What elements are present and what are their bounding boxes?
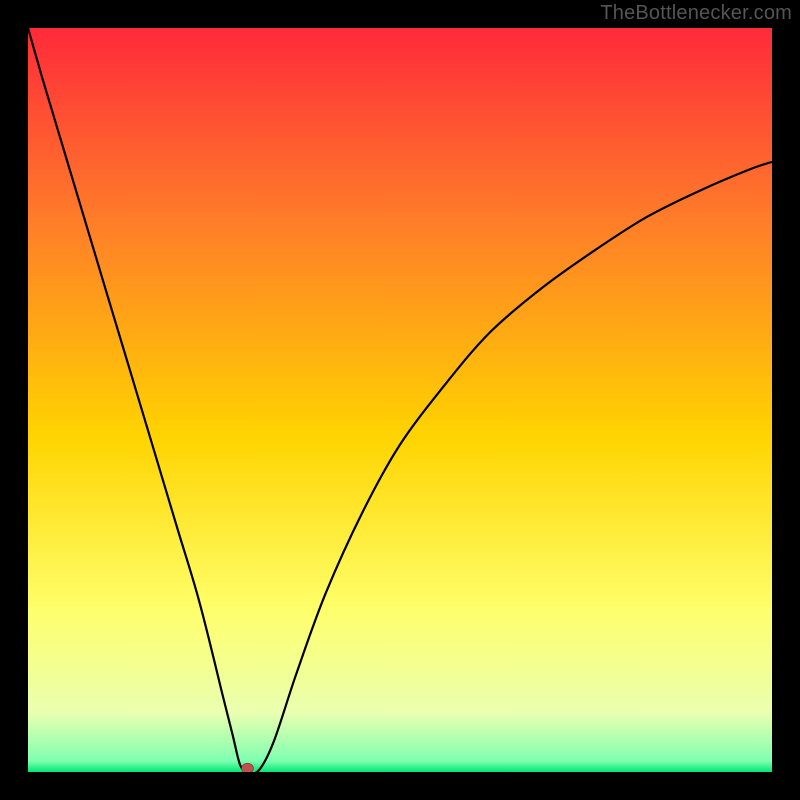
chart-svg (28, 28, 772, 772)
watermark-text: TheBottlenecker.com (600, 2, 792, 25)
plot-area (28, 28, 772, 772)
chart-frame: TheBottlenecker.com (0, 0, 800, 800)
min-point-marker (242, 763, 254, 772)
